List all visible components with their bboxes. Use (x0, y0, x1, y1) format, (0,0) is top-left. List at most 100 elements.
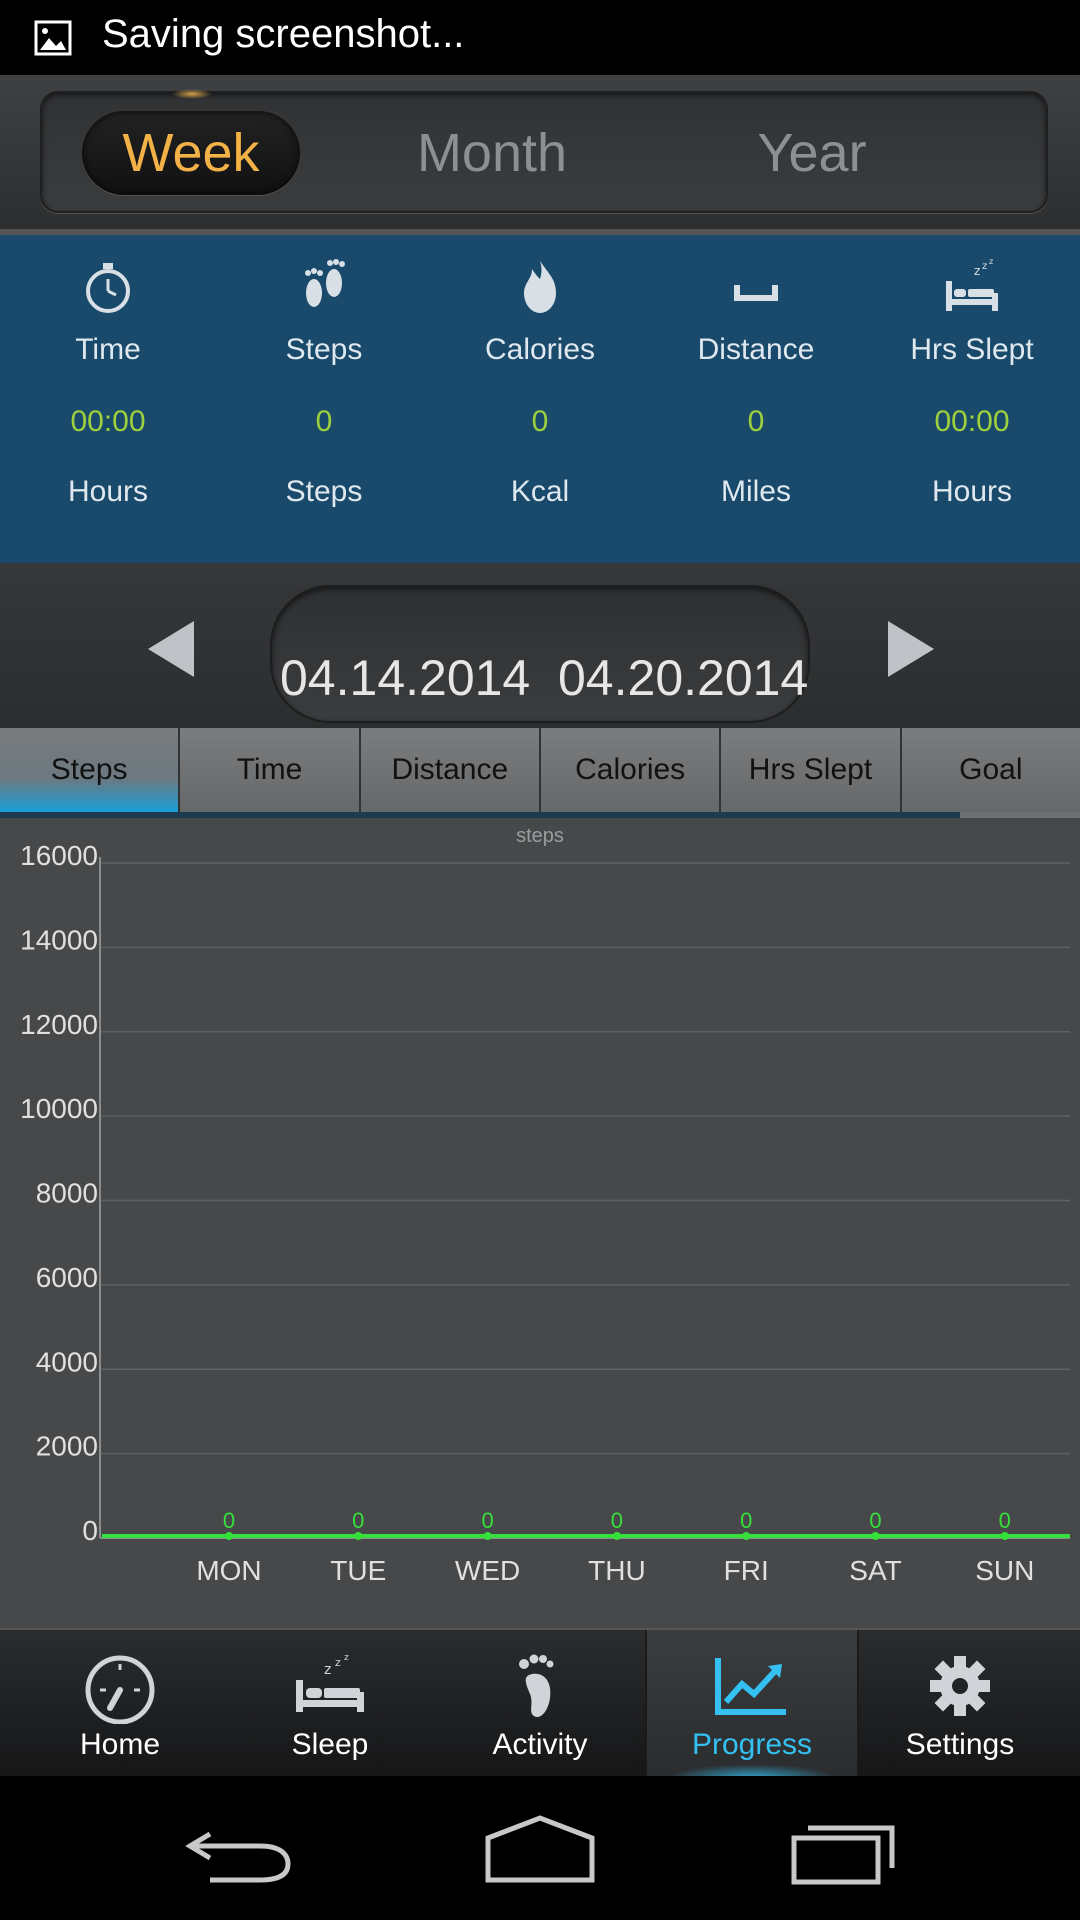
stats-panel: Time 00:00 Hours Steps 0 Steps Calories … (0, 235, 1080, 563)
period-indicator (172, 89, 212, 99)
period-week-button[interactable]: Week (82, 111, 300, 195)
stat-hrs-slept: z z z Hrs Slept 00:00 Hours (864, 235, 1080, 563)
stat-value: 0 (315, 405, 333, 438)
data-point (1000, 1532, 1009, 1540)
previous-week-button[interactable] (148, 621, 194, 677)
stat-time: Time 00:00 Hours (0, 235, 216, 563)
nav-label: Sleep (291, 1728, 369, 1761)
y-tick-label: 2000 (36, 1431, 98, 1462)
y-tick-label: 14000 (20, 924, 98, 955)
svg-text:z: z (324, 1662, 331, 1678)
system-nav-bar (0, 1776, 1080, 1920)
recents-icon[interactable] (786, 1812, 906, 1892)
svg-text:z: z (974, 264, 980, 278)
data-point (871, 1532, 880, 1540)
y-tick-label: 16000 (20, 840, 98, 871)
data-point (354, 1532, 363, 1540)
stat-label: Distance (697, 333, 815, 366)
flame-icon (524, 261, 556, 313)
back-icon[interactable] (180, 1816, 300, 1886)
data-label: 0 (611, 1508, 623, 1533)
tab-time[interactable]: Time (180, 728, 361, 812)
date-range-display: 04.14.2014 04.20.2014 (270, 585, 810, 723)
stat-calories: Calories 0 Kcal (432, 235, 648, 563)
steps-chart: steps 0 2000 4000 6000 8000 10000 12000 14000 160… (20, 825, 1070, 1586)
svg-text:z: z (344, 1653, 349, 1663)
stat-value: 0 (531, 405, 549, 438)
stat-unit: Miles (720, 475, 791, 508)
chart-title: steps (516, 825, 564, 847)
tab-distance[interactable]: Distance (360, 728, 541, 812)
gear-icon (930, 1656, 990, 1716)
metric-tabs: Steps Time Distance Calories Hrs Slept G… (0, 728, 1080, 812)
data-point (612, 1532, 621, 1540)
bed-icon: z z z (946, 257, 998, 311)
tab-calories[interactable]: Calories (540, 728, 722, 812)
footprint-icon (519, 1654, 554, 1718)
next-week-button[interactable] (888, 621, 934, 677)
svg-text:z: z (335, 1656, 341, 1669)
image-icon (34, 20, 72, 56)
nav-home[interactable]: Home (15, 1630, 225, 1778)
status-text: Saving screenshot... (102, 12, 465, 56)
status-bar: Saving screenshot... (0, 0, 1080, 75)
x-tick-label: THU (588, 1555, 646, 1586)
nav-label: Activity (492, 1728, 588, 1761)
period-month-button[interactable]: Month (342, 111, 642, 195)
stat-unit: Hours (67, 475, 149, 508)
y-tick-label: 4000 (36, 1346, 98, 1377)
data-label: 0 (352, 1508, 364, 1533)
stat-value: 0 (747, 405, 765, 438)
y-tick-label: 12000 (20, 1009, 98, 1040)
chart-area: steps 0 2000 4000 6000 8000 10000 12000 14000 160… (0, 818, 1080, 1628)
stat-unit: Kcal (510, 475, 570, 508)
y-tick-label: 0 (82, 1515, 98, 1546)
stat-label: Steps (285, 333, 363, 366)
footprints-icon (305, 259, 345, 307)
data-point (742, 1532, 751, 1540)
stat-distance: Distance 0 Miles (648, 235, 864, 563)
nav-settings[interactable]: Settings (855, 1630, 1065, 1778)
stat-value: 00:00 (934, 405, 1010, 438)
data-label: 0 (223, 1508, 235, 1533)
period-selector: Week Month Year (40, 89, 1048, 213)
date-range-bar: 04.14.2014 04.20.2014 (0, 563, 1080, 728)
y-tick-label: 8000 (36, 1178, 98, 1209)
stat-label: Calories (484, 333, 596, 366)
period-bar: Week Month Year (0, 75, 1080, 235)
tab-steps[interactable]: Steps (0, 728, 181, 812)
nav-label: Home (79, 1728, 161, 1761)
stat-label: Time (75, 333, 141, 366)
x-tick-label: MON (196, 1555, 261, 1586)
y-tick-label: 6000 (36, 1262, 98, 1293)
bottom-nav: Home z z z Sleep Activity Progress Setti… (0, 1628, 1080, 1778)
stat-steps: Steps 0 Steps (216, 235, 432, 563)
stat-label: Hrs Slept (910, 333, 1034, 366)
bed-icon: z z z (296, 1653, 364, 1712)
x-tick-label: FRI (724, 1555, 769, 1586)
date-end: 04.20.2014 (558, 650, 809, 706)
stat-value: 00:00 (70, 405, 146, 438)
nav-progress[interactable]: Progress (645, 1630, 859, 1778)
distance-icon (734, 285, 778, 301)
period-year-button[interactable]: Year (662, 111, 962, 195)
nav-sleep[interactable]: z z z Sleep (225, 1630, 435, 1778)
x-tick-label: TUE (330, 1555, 386, 1586)
nav-activity[interactable]: Activity (435, 1630, 645, 1778)
data-point (483, 1532, 492, 1540)
data-label: 0 (481, 1508, 493, 1533)
data-point (225, 1532, 233, 1540)
home-icon[interactable] (480, 1810, 600, 1890)
data-label: 0 (999, 1508, 1011, 1533)
x-tick-label: SAT (849, 1555, 901, 1586)
stat-unit: Steps (285, 475, 363, 508)
tab-goal[interactable]: Goal (901, 728, 1080, 812)
x-tick-label: SUN (975, 1555, 1034, 1586)
data-label: 0 (740, 1508, 752, 1533)
tab-hrs-slept[interactable]: Hrs Slept (721, 728, 902, 812)
x-tick-label: WED (455, 1555, 520, 1586)
svg-text:z: z (989, 257, 993, 266)
speedometer-icon (85, 1655, 155, 1724)
date-start: 04.14.2014 (280, 650, 531, 706)
nav-label: Settings (905, 1728, 1015, 1761)
